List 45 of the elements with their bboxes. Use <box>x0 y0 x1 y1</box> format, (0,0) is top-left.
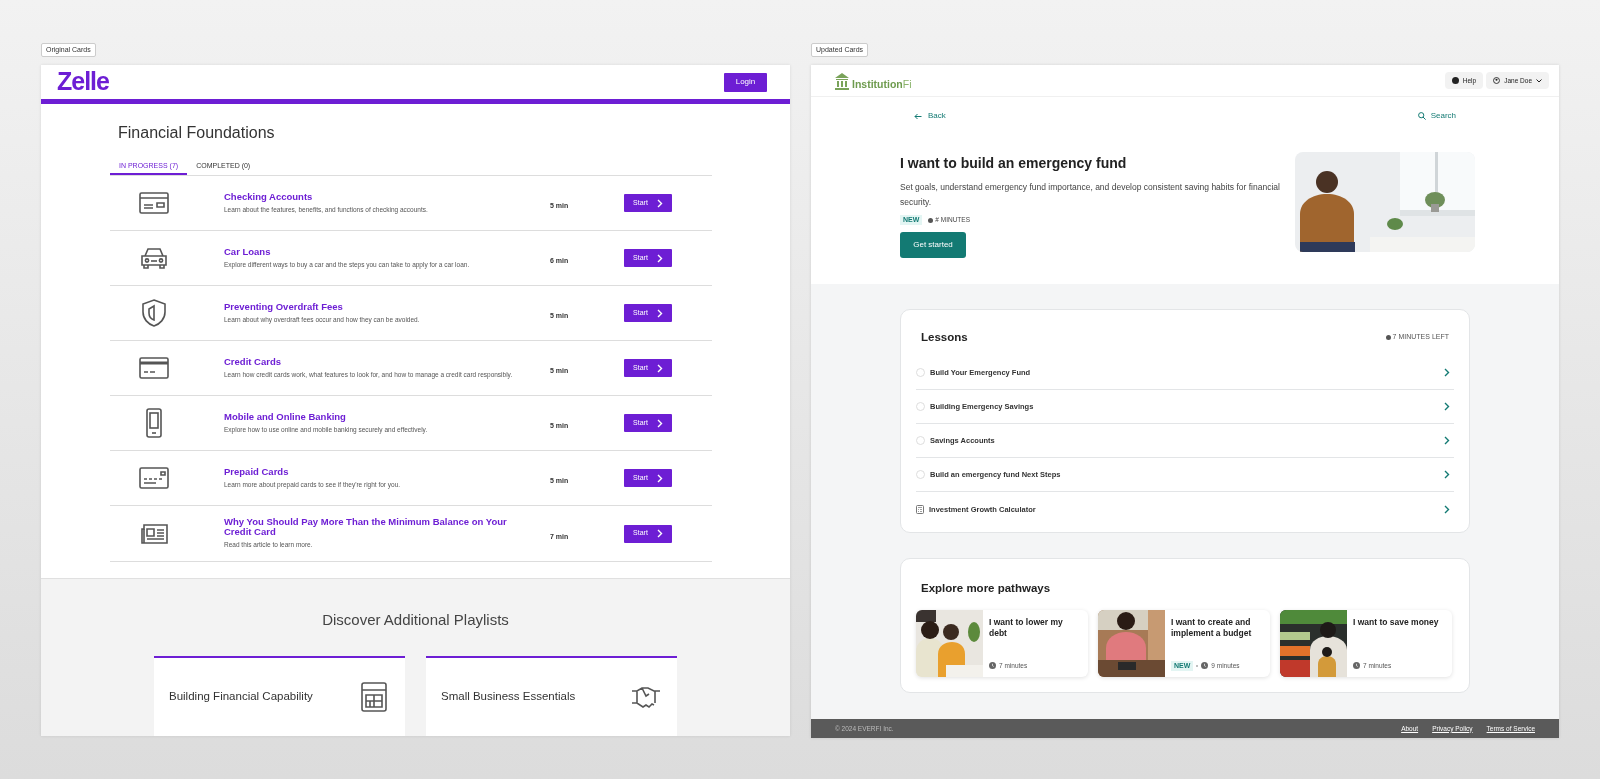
chevron-right-icon <box>1444 504 1450 514</box>
chevron-right-icon <box>656 363 663 373</box>
course-title[interactable]: Why You Should Pay More Than the Minimum Balance on Your Credit Card <box>224 517 514 537</box>
chevron-right-icon <box>1444 436 1450 446</box>
playlist-card[interactable]: Small Business Essentials <box>426 655 677 736</box>
back-link[interactable]: Back <box>914 110 946 122</box>
logo: InstitutionFi <box>852 77 912 90</box>
course-title[interactable]: Car Loans <box>224 246 514 257</box>
bank-building-icon <box>835 71 849 90</box>
course-title[interactable]: Preventing Overdraft Fees <box>224 301 514 312</box>
playlist-title: Small Business Essentials <box>441 688 576 704</box>
course-title[interactable]: Credit Cards <box>224 356 514 367</box>
chevron-right-icon <box>656 529 663 538</box>
card-title: Lessons <box>921 330 968 345</box>
calculator-icon <box>916 504 924 514</box>
playlist-card[interactable]: Building Financial Capability <box>154 655 405 736</box>
playlist-title: Building Financial Capability <box>169 688 313 704</box>
course-title[interactable]: Mobile and Online Banking <box>224 411 514 422</box>
section-title: Discover Additional Playlists <box>322 610 509 630</box>
pathway-title: I want to save money <box>1353 616 1440 628</box>
user-icon <box>1493 77 1501 84</box>
chevron-right-icon <box>1444 402 1450 412</box>
pathway-title: I want to lower my debt <box>989 616 1064 639</box>
arrow-left-icon <box>914 112 922 120</box>
login-button[interactable]: Login <box>724 72 767 92</box>
get-started-button[interactable]: Get started <box>900 232 966 258</box>
chevron-right-icon <box>656 198 663 208</box>
chevron-right-icon <box>656 308 663 318</box>
chevron-right-icon <box>656 473 663 483</box>
chevron-right-icon <box>656 253 663 263</box>
card-title: Explore more pathways <box>920 581 1052 597</box>
pathway-title: I want to create and implement a budget <box>1171 616 1253 639</box>
hero-title: I want to build an emergency fund <box>900 154 1128 172</box>
course-title[interactable]: Checking Accounts <box>224 191 514 202</box>
page-title: Financial Foundations <box>117 123 276 143</box>
search-icon <box>1417 112 1426 120</box>
chevron-down-icon <box>1536 78 1542 83</box>
chevron-right-icon <box>1444 470 1450 480</box>
chevron-right-icon <box>656 418 663 428</box>
search-link[interactable]: Search <box>1417 110 1456 122</box>
course-title[interactable]: Prepaid Cards <box>224 466 514 477</box>
calculator-icon <box>358 680 390 713</box>
chevron-right-icon <box>1444 368 1450 378</box>
hero-description: Set goals, understand emergency fund importance, and develop consistent saving habits for financial security. <box>900 181 1280 209</box>
logo: Zelle <box>57 66 109 98</box>
